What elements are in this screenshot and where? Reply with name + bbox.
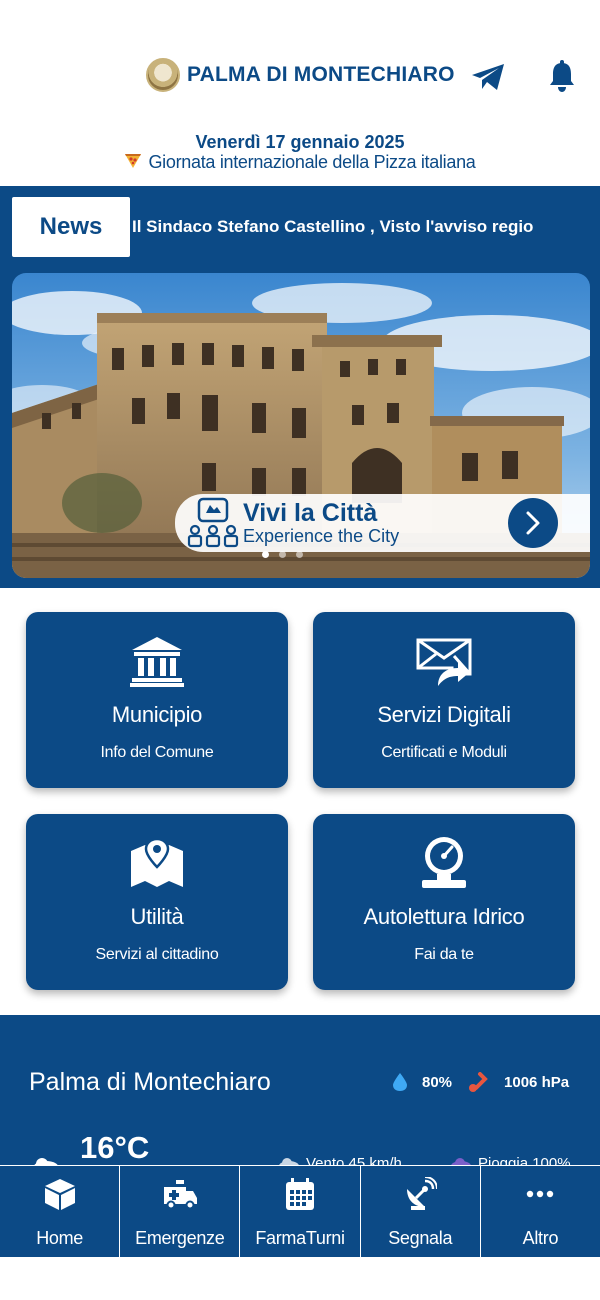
news-ticker[interactable]: Il Sindaco Stefano Castellino , Visto l'… <box>130 197 592 257</box>
tab-altro[interactable]: Altro <box>481 1166 600 1257</box>
carousel-dot[interactable] <box>296 551 303 558</box>
tab-label: Home <box>36 1228 84 1248</box>
tab-label: FarmaTurni <box>255 1228 345 1248</box>
news-label: News <box>39 213 103 240</box>
more-dots-icon <box>527 1190 554 1198</box>
tab-label: Segnala <box>388 1228 453 1248</box>
date-block: Venerdì 17 gennaio 2025 Giornata interna… <box>0 132 600 172</box>
tile-title: Municipio <box>111 702 203 727</box>
tile-servizi-digitali[interactable]: Servizi Digitali Certificati e Moduli <box>313 612 575 788</box>
news-ticker-text: Il Sindaco Stefano Castellino , Visto l'… <box>132 217 534 236</box>
water-meter-icon <box>422 837 466 888</box>
tile-subtitle: Servizi al cittadino <box>95 946 219 963</box>
tile-utilita[interactable]: Utilità Servizi al cittadino <box>26 814 288 990</box>
telegram-button[interactable] <box>469 60 507 94</box>
tab-home[interactable]: Home <box>0 1166 121 1257</box>
experience-city-card[interactable]: Vivi la Città Experience the City <box>175 494 590 552</box>
tab-farmaturni[interactable]: FarmaTurni <box>240 1166 361 1257</box>
weather-stats: 80% 1006 hPa <box>392 1072 573 1092</box>
thermometer-icon <box>469 1072 488 1092</box>
tile-municipio[interactable]: Municipio Info del Comune <box>26 612 288 788</box>
current-date: Venerdì 17 gennaio 2025 <box>195 132 405 152</box>
tile-autolettura-idrico[interactable]: Autolettura Idrico Fai da te <box>313 814 575 990</box>
cube-icon <box>44 1179 75 1210</box>
bottom-tab-bar: Home Emergenze FarmaTurni Segnala Altro <box>0 1165 600 1257</box>
hero-text: Vivi la Città Experience the City <box>243 500 399 546</box>
tile-subtitle: Certificati e Moduli <box>381 744 507 761</box>
city-name: PALMA DI MONTECHIARO <box>187 63 455 86</box>
hero-banner[interactable]: Vivi la Città Experience the City <box>12 273 590 578</box>
hero-title: Vivi la Città <box>243 499 378 527</box>
tile-title: Autolettura Idrico <box>363 904 525 929</box>
weather-widget[interactable]: Palma di Montechiaro 80% 1006 hPa 16°C V… <box>0 1015 600 1175</box>
chevron-right-icon <box>526 511 540 535</box>
tile-title: Utilità <box>130 904 184 929</box>
weather-pressure: 1006 hPa <box>504 1073 570 1091</box>
weather-city: Palma di Montechiaro <box>29 1068 271 1096</box>
tab-label: Altro <box>522 1228 559 1248</box>
satellite-dish-icon <box>407 1177 438 1210</box>
carousel-dot[interactable] <box>279 551 286 558</box>
tile-subtitle: Info del Comune <box>100 744 214 761</box>
weather-humidity: 80% <box>422 1073 453 1091</box>
tile-title: Servizi Digitali <box>377 702 511 727</box>
building-columns-icon <box>130 637 184 687</box>
ambulance-icon <box>163 1180 197 1210</box>
hero-subtitle: Experience the City <box>243 526 400 546</box>
daily-event-text: Giornata internazionale della Pizza ital… <box>148 152 476 172</box>
carousel-dot[interactable] <box>262 551 269 558</box>
envelope-share-icon <box>416 638 472 686</box>
city-crest-logo <box>146 58 180 92</box>
calendar-icon <box>286 1178 314 1210</box>
map-pin-icon <box>131 837 183 887</box>
tab-emergenze[interactable]: Emergenze <box>120 1166 241 1257</box>
pizza-icon <box>125 154 142 168</box>
tile-subtitle: Fai da te <box>414 946 474 963</box>
news-label-box[interactable]: News <box>12 197 130 257</box>
brand: PALMA DI MONTECHIARO <box>146 58 455 92</box>
notifications-button[interactable] <box>546 56 578 96</box>
carousel-dots <box>262 551 303 558</box>
app-header: PALMA DI MONTECHIARO <box>0 48 600 106</box>
tab-label: Emergenze <box>135 1228 225 1248</box>
hero-next-button[interactable] <box>508 498 558 548</box>
daily-event: Giornata internazionale della Pizza ital… <box>0 152 600 172</box>
tab-segnala[interactable]: Segnala <box>361 1166 481 1257</box>
city-guide-icon <box>187 497 239 548</box>
weather-temperature: 16°C <box>80 1130 150 1165</box>
paper-plane-icon <box>472 64 504 90</box>
bell-icon <box>550 60 574 92</box>
humidity-drop-icon <box>393 1073 407 1091</box>
